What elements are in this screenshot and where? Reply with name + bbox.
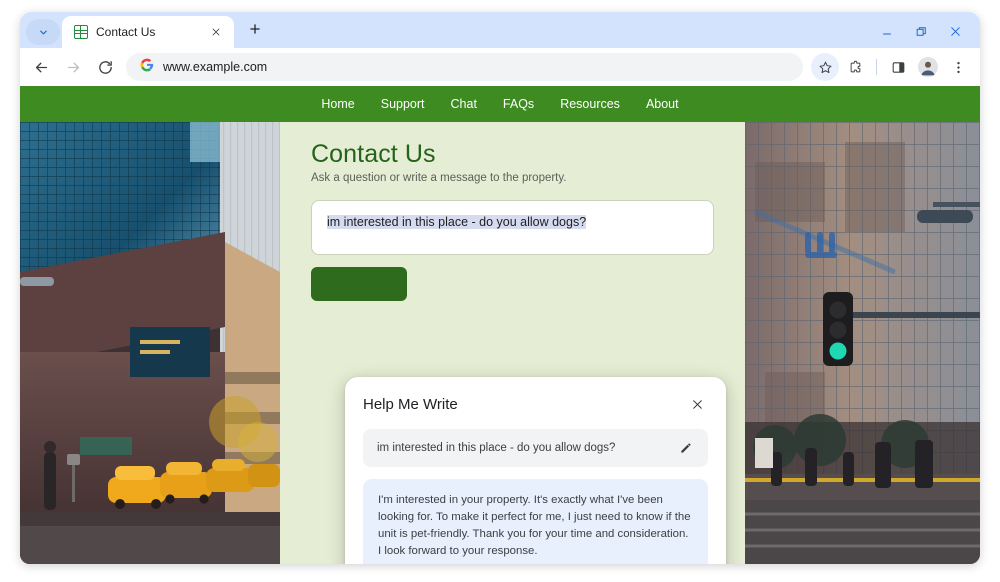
three-dot-menu-icon[interactable] <box>944 53 972 81</box>
generated-text: I'm interested in your property. It's ex… <box>378 494 691 557</box>
extensions-puzzle-icon[interactable] <box>841 53 869 81</box>
bookmark-star-icon[interactable] <box>811 53 839 81</box>
nav-item-faqs[interactable]: FAQs <box>503 97 534 111</box>
hero-section: Contact Us Ask a question or write a mes… <box>20 122 980 564</box>
address-bar[interactable]: www.example.com <box>126 53 803 81</box>
browser-toolbar: www.example.com <box>20 48 980 86</box>
google-g-icon <box>140 58 154 77</box>
dialog-header: Help Me Write <box>363 393 708 415</box>
page-title: Contact Us <box>311 140 436 168</box>
profile-avatar[interactable] <box>914 53 942 81</box>
message-input[interactable]: im interested in this place - do you all… <box>311 200 714 255</box>
tab-strip: Contact Us <box>20 12 980 48</box>
back-button[interactable] <box>26 52 56 82</box>
restore-window-button[interactable] <box>904 18 938 44</box>
dialog-title: Help Me Write <box>363 395 458 413</box>
close-tab-icon[interactable] <box>206 22 226 42</box>
new-tab-button[interactable] <box>242 16 268 42</box>
web-page: Home Support Chat FAQs Resources About C… <box>20 86 980 564</box>
nav-item-home[interactable]: Home <box>321 97 354 111</box>
generated-text-card: I'm interested in your property. It's ex… <box>363 479 708 564</box>
reload-button[interactable] <box>90 52 120 82</box>
prompt-text: im interested in this place - do you all… <box>377 442 616 454</box>
nav-item-resources[interactable]: Resources <box>560 97 620 111</box>
screenshot-root: Contact Us www.example.com Home Support … <box>0 0 1000 582</box>
tab-title: Contact Us <box>96 25 156 39</box>
browser-window: Contact Us www.example.com Home Support … <box>20 12 980 564</box>
message-input-value: im interested in this place - do you all… <box>327 215 587 229</box>
side-panel-icon[interactable] <box>884 53 912 81</box>
avatar-icon <box>918 57 938 77</box>
close-window-button[interactable] <box>938 18 972 44</box>
forward-button[interactable] <box>58 52 88 82</box>
browser-tab[interactable]: Contact Us <box>62 16 234 48</box>
prompt-field[interactable]: im interested in this place - do you all… <box>363 429 708 467</box>
send-message-button[interactable] <box>311 267 407 301</box>
window-controls <box>870 18 972 44</box>
city-photo-right <box>745 122 980 564</box>
address-bar-url: www.example.com <box>163 60 268 74</box>
city-photo-left <box>20 122 280 564</box>
toolbar-divider <box>876 59 877 75</box>
pencil-icon[interactable] <box>674 436 698 460</box>
tab-search-chevron-down-icon[interactable] <box>26 19 60 45</box>
minimize-window-button[interactable] <box>870 18 904 44</box>
help-me-write-dialog: Help Me Write im interested in this plac… <box>345 377 726 564</box>
site-navbar: Home Support Chat FAQs Resources About <box>20 86 980 122</box>
spreadsheet-favicon <box>74 25 88 39</box>
close-dialog-icon[interactable] <box>686 393 708 415</box>
page-subtitle: Ask a question or write a message to the… <box>311 172 567 184</box>
nav-item-about[interactable]: About <box>646 97 679 111</box>
nav-item-chat[interactable]: Chat <box>451 97 477 111</box>
nav-item-support[interactable]: Support <box>381 97 425 111</box>
